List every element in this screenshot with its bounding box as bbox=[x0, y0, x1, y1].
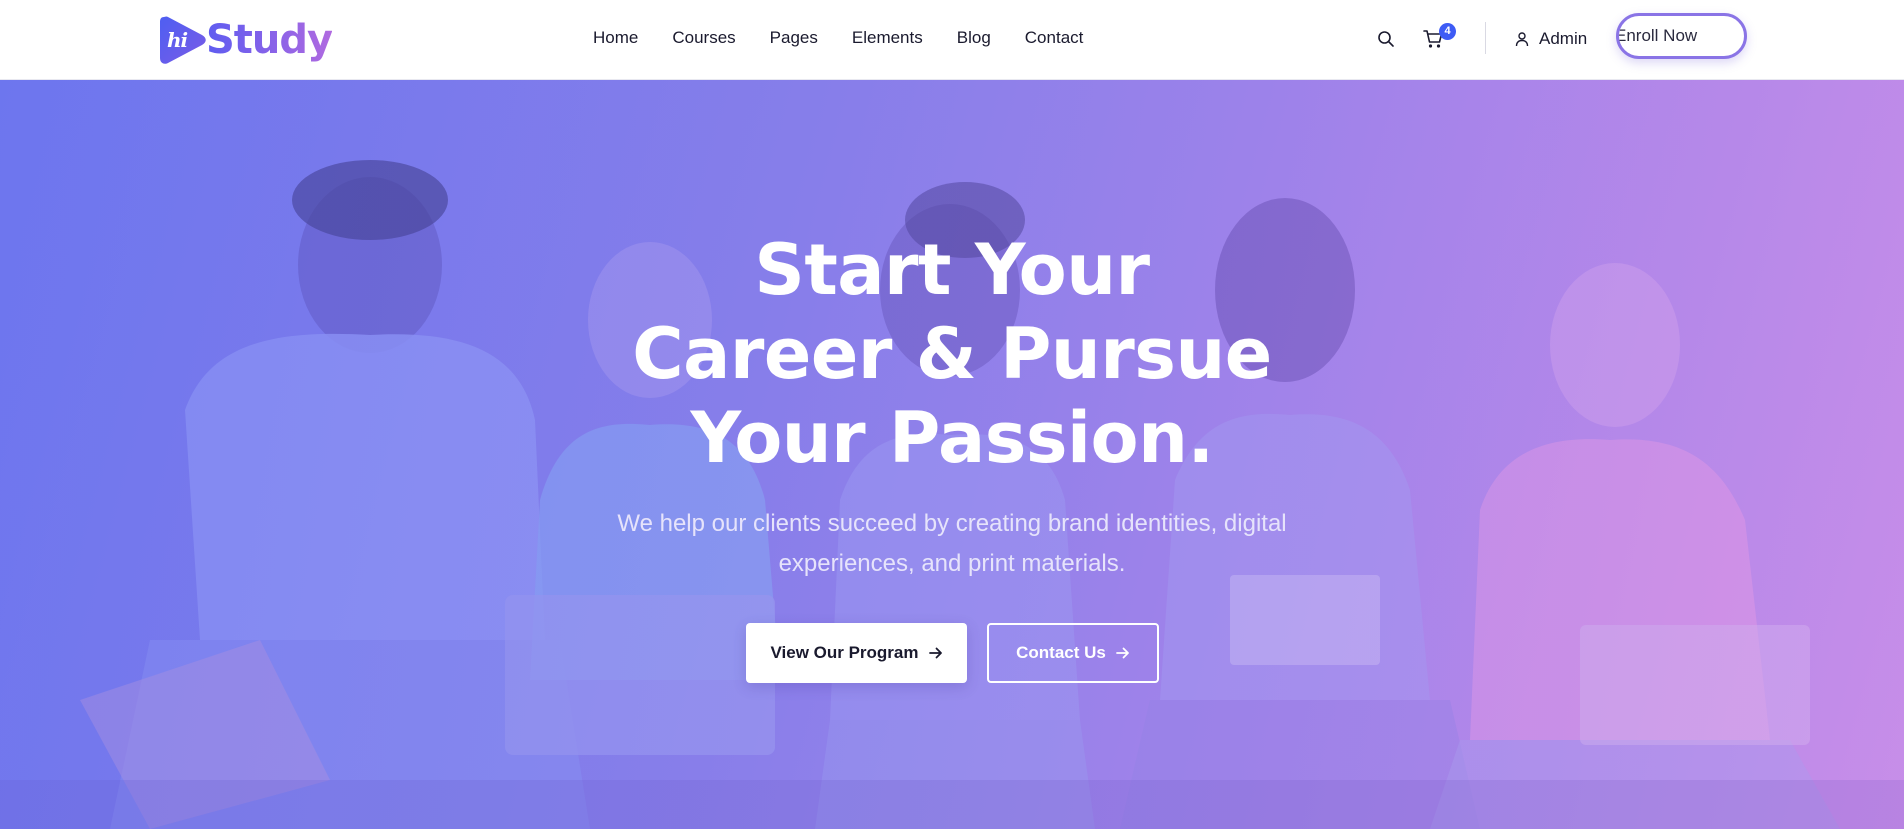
logo-mark-icon: hi bbox=[158, 15, 206, 65]
hero-section: Start Your Career & Pursue Your Passion.… bbox=[0, 80, 1904, 829]
logo[interactable]: hi Study bbox=[158, 14, 333, 66]
hero-subtitle-line: We help our clients succeed by creating … bbox=[617, 510, 1287, 537]
user-icon bbox=[1515, 32, 1529, 47]
nav-item-home[interactable]: Home bbox=[593, 28, 638, 48]
enroll-now-label: Enroll Now bbox=[1616, 26, 1698, 45]
hero-title-line: Your Passion. bbox=[690, 397, 1214, 479]
view-program-button[interactable]: View Our Program bbox=[746, 623, 967, 683]
nav-item-pages[interactable]: Pages bbox=[770, 28, 818, 48]
nav-item-contact[interactable]: Contact bbox=[1025, 28, 1084, 48]
arrow-right-icon bbox=[1115, 647, 1129, 659]
header-divider bbox=[1485, 22, 1486, 54]
enroll-now-button[interactable]: Enroll Now bbox=[1616, 13, 1747, 59]
contact-us-label: Contact Us bbox=[1016, 643, 1106, 662]
hero-subtitle: We help our clients succeed by creating … bbox=[580, 504, 1324, 584]
main-nav: Home Courses Pages Elements Blog Contact bbox=[593, 28, 1083, 48]
nav-item-blog[interactable]: Blog bbox=[957, 28, 991, 48]
hero-title: Start Your Career & Pursue Your Passion. bbox=[552, 228, 1352, 480]
hero-title-line: Career & Pursue bbox=[632, 313, 1272, 395]
hero-subtitle-line: experiences, and print materials. bbox=[778, 550, 1126, 577]
search-icon[interactable] bbox=[1377, 30, 1395, 48]
user-account[interactable]: Admin bbox=[1514, 29, 1587, 49]
view-program-label: View Our Program bbox=[770, 643, 919, 662]
nav-item-courses[interactable]: Courses bbox=[672, 28, 735, 48]
nav-item-elements[interactable]: Elements bbox=[852, 28, 923, 48]
hero-title-line: Start Your bbox=[754, 229, 1150, 311]
site-header: hi Study Home Courses Pages Elements Blo… bbox=[0, 0, 1904, 80]
cart-count-badge: 4 bbox=[1439, 23, 1456, 40]
contact-us-button[interactable]: Contact Us bbox=[987, 623, 1159, 683]
logo-hi-text: hi bbox=[167, 28, 188, 52]
arrow-right-icon bbox=[928, 647, 942, 659]
logo-brand-text: Study bbox=[206, 17, 333, 63]
user-label: Admin bbox=[1539, 29, 1588, 48]
